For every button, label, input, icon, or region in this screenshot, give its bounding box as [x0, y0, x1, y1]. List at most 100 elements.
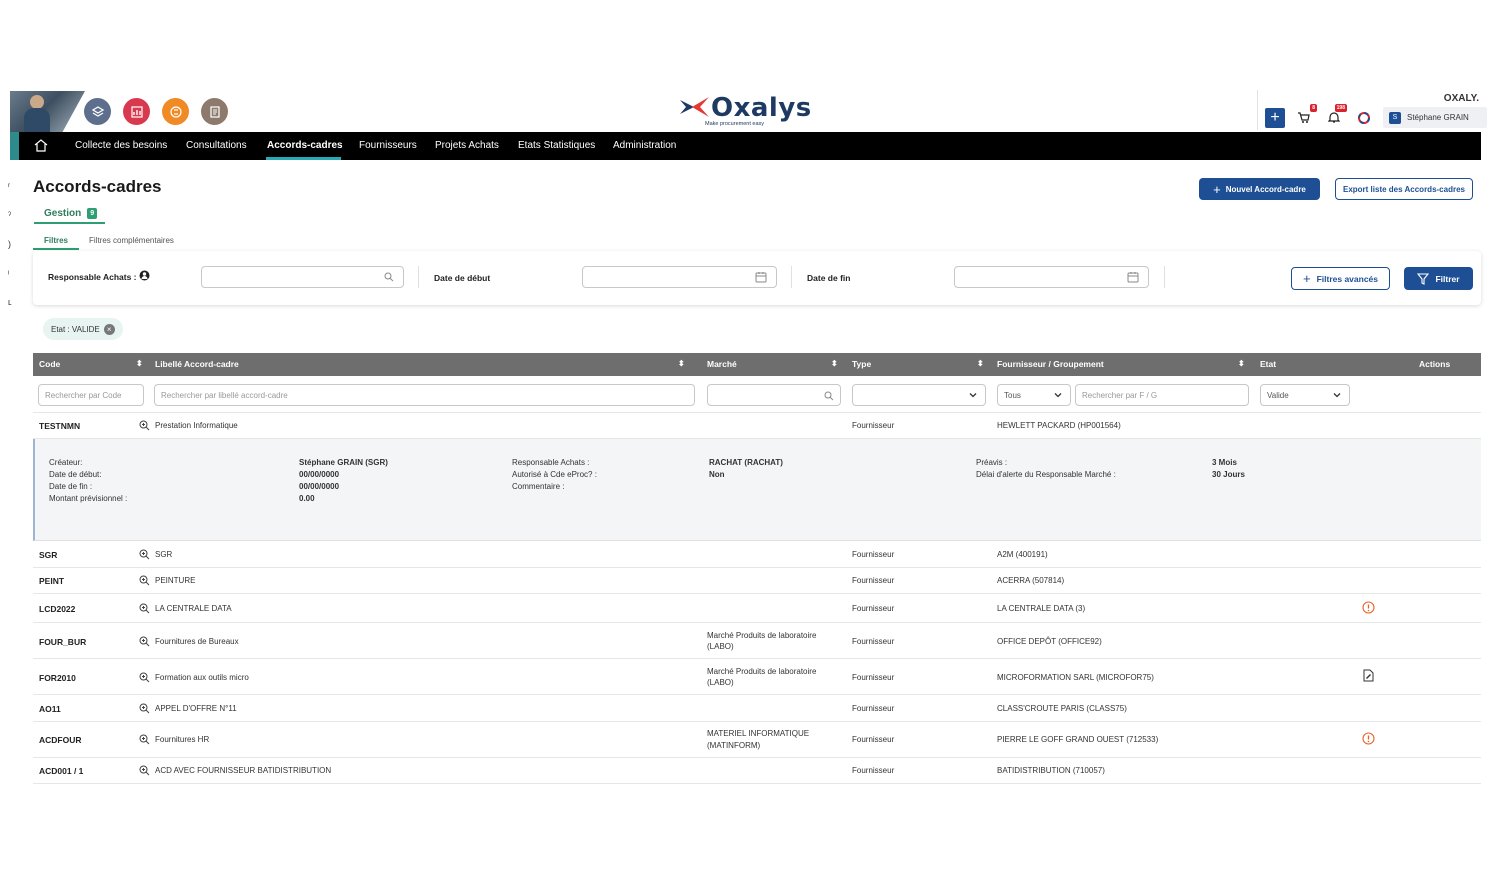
- code-search-input[interactable]: Rechercher par Code: [38, 384, 144, 406]
- help-button[interactable]: [1353, 108, 1375, 128]
- chevron-down-icon: [969, 393, 977, 398]
- nav-item-fournisseurs[interactable]: Fournisseurs: [359, 140, 417, 151]
- cart-icon: [1298, 112, 1310, 123]
- sort-icon[interactable]: ⬍: [678, 359, 685, 368]
- zoom-in-icon[interactable]: [139, 734, 150, 745]
- row-type: Fournisseur: [852, 604, 895, 613]
- col-libelle[interactable]: Libellé Accord-cadre: [155, 359, 239, 369]
- fournisseur-search-input[interactable]: Rechercher par F / G: [1075, 384, 1249, 406]
- zoom-in-icon[interactable]: [139, 603, 150, 614]
- col-fournisseur[interactable]: Fournisseur / Groupement: [997, 359, 1104, 369]
- avatar: S: [1389, 111, 1401, 124]
- nav-item-collecte[interactable]: Collecte des besoins: [75, 140, 167, 151]
- layers-module-icon[interactable]: [84, 98, 111, 125]
- nav-item-projets-achats[interactable]: Projets Achats: [435, 140, 499, 151]
- table-row[interactable]: SGR SGR Fournisseur A2M (400191): [33, 541, 1481, 568]
- sort-icon[interactable]: ⬍: [136, 359, 143, 368]
- nav-item-etats-statistiques[interactable]: Etats Statistiques: [518, 140, 595, 151]
- row-fournisseur: HEWLETT PACKARD (HP001564): [997, 421, 1121, 430]
- filter-button[interactable]: Filtrer: [1404, 267, 1473, 290]
- row-marche: Marché Produits de laboratoire: [707, 631, 817, 640]
- new-accord-button[interactable]: + Nouvel Accord-cadre: [1199, 178, 1320, 200]
- lifebuoy-icon: [1358, 111, 1370, 124]
- table-row[interactable]: FOUR_BUR Fournitures de Bureaux Marché P…: [33, 623, 1481, 659]
- table-row[interactable]: ACDFOUR Fournitures HR MATERIEL INFORMAT…: [33, 722, 1481, 758]
- table-row[interactable]: LCD2022 LA CENTRALE DATA Fournisseur LA …: [33, 594, 1481, 623]
- sort-icon[interactable]: ⬍: [831, 359, 838, 368]
- zoom-in-icon[interactable]: [139, 703, 150, 714]
- zoom-in-icon[interactable]: [139, 672, 150, 683]
- nav-accent: [10, 132, 19, 160]
- zoom-in-icon[interactable]: [139, 765, 150, 776]
- subtab-filtres-complementaires[interactable]: Filtres complémentaires: [89, 236, 174, 245]
- col-code[interactable]: Code: [39, 359, 60, 369]
- user-name: Stéphane GRAIN: [1407, 113, 1469, 122]
- col-etat[interactable]: Etat: [1260, 359, 1276, 369]
- end-date-label: Date de fin: [807, 273, 851, 283]
- row-libelle: Formation aux outils micro: [155, 673, 249, 682]
- oxalys-logo-mark-icon: [680, 97, 709, 117]
- zoom-in-icon[interactable]: [139, 549, 150, 560]
- detail-value: RACHAT (RACHAT): [709, 458, 783, 467]
- export-button[interactable]: Export liste des Accords-cadres: [1335, 178, 1473, 200]
- marche-search-input[interactable]: [707, 384, 841, 406]
- cart-button[interactable]: 8: [1293, 103, 1317, 128]
- nav-active-indicator: [266, 157, 341, 160]
- header-banner-image: [10, 91, 85, 132]
- table-row[interactable]: PEINT PEINTURE Fournisseur ACERRA (50781…: [33, 568, 1481, 594]
- table-row[interactable]: FOR2010 Formation aux outils micro March…: [33, 659, 1481, 695]
- responsable-input[interactable]: [201, 266, 404, 288]
- active-filter-chip: Etat : VALIDE ×: [43, 318, 123, 340]
- nav-item-accords-cadres[interactable]: Accords-cadres: [267, 140, 343, 151]
- start-date-label: Date de début: [434, 273, 491, 283]
- row-libelle: Fournitures HR: [155, 735, 210, 744]
- exchange-module-icon[interactable]: [162, 98, 189, 125]
- zoom-in-icon[interactable]: [139, 575, 150, 586]
- sort-icon[interactable]: ⬍: [977, 359, 984, 368]
- tab-gestion[interactable]: Gestion 9: [34, 204, 105, 224]
- detail-value: 00/00/0000: [299, 482, 340, 491]
- quick-add-button[interactable]: +: [1265, 107, 1285, 128]
- fournisseur-mode-select[interactable]: Tous: [997, 384, 1071, 406]
- row-libelle: ACD AVEC FOURNISSEUR BATIDISTRIBUTION: [155, 766, 332, 775]
- user-circle-icon: [139, 270, 150, 281]
- libelle-search-input[interactable]: Rechercher par libellé accord-cadre: [154, 384, 695, 406]
- collapsed-sidebar[interactable]: ʳ ˀ) ᵎ ʟ: [8, 172, 12, 317]
- col-marche[interactable]: Marché: [707, 359, 737, 369]
- nav-item-administration[interactable]: Administration: [613, 140, 676, 151]
- table-row[interactable]: TESTNMN Prestation Informatique Fourniss…: [33, 413, 1481, 439]
- chevron-down-icon: [1333, 393, 1341, 398]
- etat-select[interactable]: Valide: [1260, 384, 1350, 406]
- document-edit-icon[interactable]: [1363, 669, 1374, 682]
- sort-icon[interactable]: ⬍: [1238, 359, 1245, 368]
- start-date-input[interactable]: [582, 266, 777, 288]
- end-date-input[interactable]: [954, 266, 1149, 288]
- table-row[interactable]: ACD001 / 1 ACD AVEC FOURNISSEUR BATIDIST…: [33, 758, 1481, 784]
- user-menu[interactable]: S Stéphane GRAIN: [1383, 107, 1487, 128]
- table-row[interactable]: AO11 APPEL D'OFFRE N°11 Fournisseur CLAS…: [33, 695, 1481, 722]
- row-fournisseur: PIERRE LE GOFF GRAND OUEST (712533): [997, 735, 1159, 744]
- detail-value: 30 Jours: [1212, 470, 1245, 479]
- filter-divider: [1164, 266, 1165, 288]
- row-code: TESTNMN: [39, 421, 81, 431]
- chart-module-icon[interactable]: [123, 98, 150, 125]
- detail-value: Stéphane GRAIN (SGR): [299, 458, 388, 467]
- row-libelle: Fournitures de Bureaux: [155, 637, 239, 646]
- zoom-in-icon[interactable]: [139, 636, 150, 647]
- alert-icon[interactable]: [1362, 732, 1375, 745]
- subtab-filtres[interactable]: Filtres: [33, 236, 79, 250]
- col-type[interactable]: Type: [852, 359, 871, 369]
- chip-remove-icon[interactable]: ×: [103, 323, 115, 335]
- nav-item-consultations[interactable]: Consultations: [186, 140, 247, 151]
- header-divider: [1257, 90, 1258, 130]
- home-icon[interactable]: [34, 139, 48, 152]
- search-icon: [384, 272, 394, 282]
- zoom-in-icon[interactable]: [139, 420, 150, 431]
- notifications-button[interactable]: 198: [1323, 103, 1347, 128]
- advanced-filters-button[interactable]: + Filtres avancés: [1291, 267, 1390, 290]
- catalog-module-icon[interactable]: [201, 98, 228, 125]
- search-icon: [824, 391, 834, 401]
- alert-icon[interactable]: [1362, 601, 1375, 614]
- chevron-down-icon: [1054, 393, 1062, 398]
- type-select[interactable]: [852, 384, 986, 406]
